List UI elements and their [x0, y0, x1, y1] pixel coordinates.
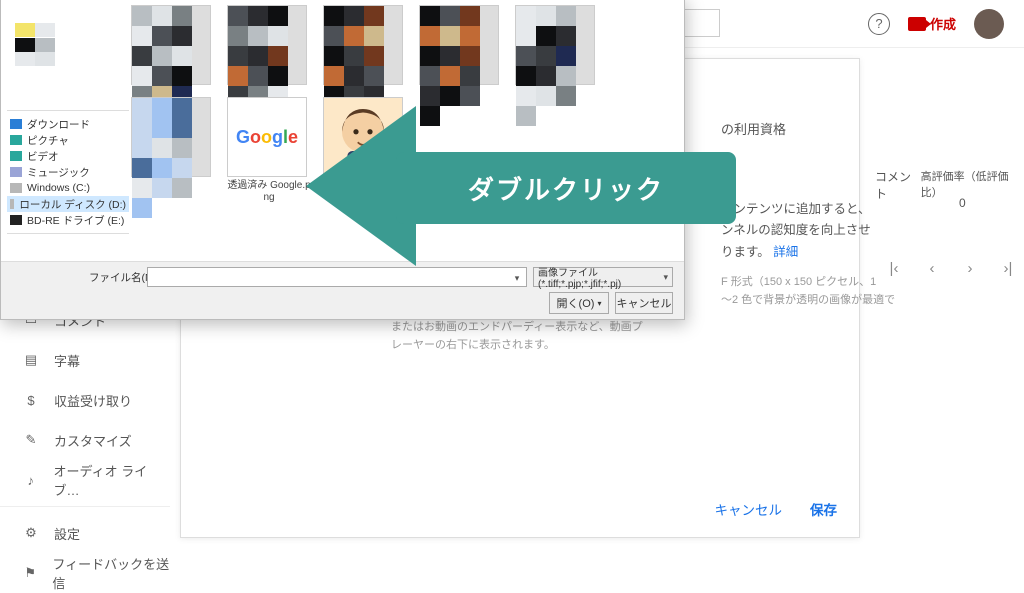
tree-music[interactable]: ミュージック — [7, 164, 129, 180]
gear-icon: ⚙ — [22, 524, 40, 542]
file-thumb[interactable] — [131, 5, 215, 85]
panel-hint2: またはお動画のエンドパーディー表示など、動画プレーヤーの右下に表示されます。 — [391, 319, 651, 354]
money-icon: $ — [22, 391, 40, 409]
file-thumb[interactable] — [323, 5, 407, 85]
feedback-icon: ⚑ — [22, 564, 38, 582]
sidebar-item-feedback[interactable]: ⚑フィードバックを送信 — [0, 553, 170, 593]
sidebar-item-subtitle[interactable]: ▤字幕 — [0, 340, 170, 380]
avatar-illustration-icon — [323, 97, 403, 177]
file-google-png[interactable]: Google 透過済み Google.png — [227, 97, 311, 203]
subtitle-icon: ▤ — [22, 351, 40, 369]
chevron-down-icon[interactable]: ▾ — [509, 269, 525, 287]
tree-videos[interactable]: ビデオ — [7, 148, 129, 164]
sidebar-item-settings[interactable]: ⚙設定 — [0, 513, 170, 553]
panel-hint: F 形式（150 x 150 ピクセル、1 ～2 色で背景が透明の画像が最適で — [721, 274, 1024, 309]
file-thumb[interactable] — [131, 97, 215, 203]
open-button[interactable]: 開く(O)▾ — [549, 292, 609, 314]
drive-icon — [10, 215, 22, 225]
file-thumb[interactable] — [419, 5, 503, 85]
metrics-header: コメント 高評価率（低評価比） 0 — [875, 168, 1024, 202]
sidebar-item-audio[interactable]: ♪オーディオ ライブ… — [0, 460, 170, 500]
audio-icon: ♪ — [22, 471, 40, 489]
filetype-select[interactable]: 画像ファイル (*.tiff;*.pjp;*.jfif;*.pj)▾ — [533, 267, 673, 287]
file-face-png[interactable]: 透過済み顔.png — [323, 97, 407, 203]
wand-icon: ✎ — [22, 431, 40, 449]
sidebar: ▭コメント ▤字幕 $収益受け取り ✎カスタマイズ ♪オーディオ ライブ… ⚙設… — [0, 300, 170, 593]
folder-icon — [10, 119, 22, 129]
cancel-button[interactable]: キャンセル — [711, 493, 787, 525]
tree-d-drive[interactable]: ローカル ディスク (D:) — [7, 196, 129, 212]
chevron-down-icon: ▾ — [663, 272, 668, 283]
camera-icon — [908, 17, 926, 31]
create-button[interactable]: 作成 — [908, 14, 956, 33]
panel-buttons: キャンセル 保存 — [711, 493, 842, 525]
avatar[interactable] — [974, 9, 1004, 39]
learn-more-link[interactable]: 詳細 — [773, 245, 798, 259]
google-logo-icon: Google — [227, 97, 307, 177]
file-open-dialog: ダウンロード ピクチャ ビデオ ミュージック Windows (C:) ローカル… — [0, 0, 685, 320]
drive-icon — [10, 183, 22, 193]
folder-icon — [10, 167, 22, 177]
help-icon[interactable]: ? — [868, 13, 890, 35]
chevron-down-icon: ▾ — [597, 299, 601, 308]
tree-c-drive[interactable]: Windows (C:) — [7, 180, 129, 196]
file-dialog-footer: ファイル名(N): ▾ 画像ファイル (*.tiff;*.pjp;*.jfif;… — [1, 261, 684, 319]
dialog-cancel-button[interactable]: キャンセル — [615, 292, 673, 314]
sidebar-item-monetize[interactable]: $収益受け取り — [0, 380, 170, 420]
create-label: 作成 — [930, 14, 956, 33]
sidebar-item-customize[interactable]: ✎カスタマイズ — [0, 420, 170, 460]
panel-heading: の利用資格 — [721, 119, 786, 138]
tree-downloads[interactable]: ダウンロード — [7, 116, 129, 132]
tree-pictures[interactable]: ピクチャ — [7, 132, 129, 148]
folder-tree: ダウンロード ピクチャ ビデオ ミュージック Windows (C:) ローカル… — [7, 105, 129, 239]
panel-description: コンテンツに追加すると、 ンネルの認知度を向上させ ります。 詳細 — [721, 199, 1024, 263]
tree-bdre-drive[interactable]: BD-RE ドライブ (E:) — [7, 212, 129, 228]
preview-mosaic — [15, 23, 55, 67]
file-thumb[interactable] — [227, 5, 311, 85]
folder-icon — [10, 151, 22, 161]
topbar-right: ? 作成 — [868, 9, 1004, 39]
file-grid: Google 透過済み Google.png 透過済み顔.png — [131, 5, 676, 259]
filename-input[interactable]: ▾ — [147, 267, 527, 287]
save-button[interactable]: 保存 — [806, 493, 841, 525]
drive-icon — [10, 199, 14, 209]
folder-icon — [10, 135, 22, 145]
file-thumb[interactable] — [515, 5, 599, 85]
